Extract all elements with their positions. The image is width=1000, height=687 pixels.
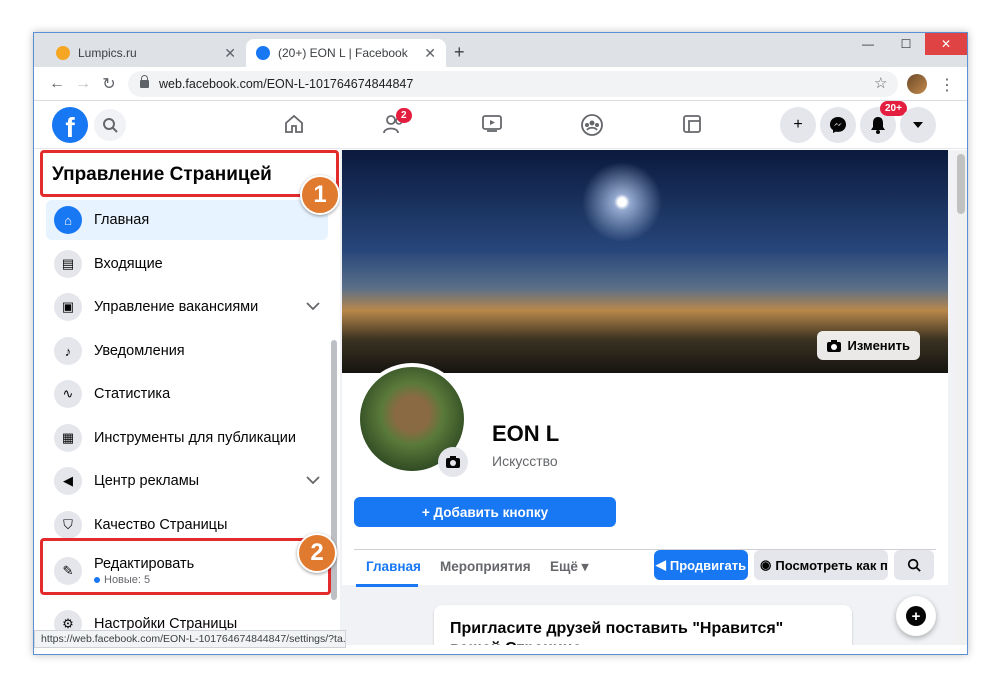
address-bar[interactable]: web.facebook.com/EON-L-101764674844847 (128, 71, 898, 97)
page-category: Искусство (492, 453, 558, 469)
tab-title: Lumpics.ru (78, 46, 137, 60)
status-url: https://web.facebook.com/EON-L-101764674… (34, 630, 346, 648)
facebook-header: f 2 + 20+ (34, 101, 967, 149)
new-message-button[interactable]: + (896, 596, 936, 636)
lock-icon (140, 75, 149, 88)
chevron-down-icon[interactable] (306, 299, 320, 313)
tab-lumpics[interactable]: Lumpics.ru ✕ (46, 39, 246, 67)
briefcase-icon: ▣ (54, 293, 82, 321)
tools-icon: ▦ (54, 424, 82, 452)
tab-title: (20+) EON L | Facebook (278, 46, 408, 60)
sidebar-item-insights[interactable]: ∿ Статистика (46, 374, 328, 414)
reload-icon[interactable]: ↻ (96, 74, 122, 94)
page-main: Изменить EON L Искусство + Добавить кноп… (340, 150, 967, 645)
minimize-icon[interactable]: — (849, 33, 887, 55)
browser-toolbar: ← → ↻ web.facebook.com/EON-L-10176467484… (34, 67, 967, 101)
browser-window: Lumpics.ru ✕ (20+) EON L | Facebook ✕ + … (33, 32, 968, 655)
search-icon[interactable] (94, 109, 126, 141)
back-arrow-icon[interactable]: ← (44, 75, 70, 93)
sidebar-item-label: Главная (94, 212, 150, 228)
browser-menu-icon[interactable]: ⋮ (939, 75, 955, 95)
watch-nav-icon[interactable] (480, 113, 504, 137)
annotation-step-1: 1 (300, 175, 340, 215)
url-text: web.facebook.com/EON-L-101764674844847 (159, 77, 414, 91)
annotation-step-2: 2 (297, 533, 337, 573)
cover-photo: Изменить (342, 150, 948, 373)
account-menu-icon[interactable] (900, 107, 936, 143)
forward-arrow-icon[interactable]: → (70, 75, 96, 93)
sidebar-item-label: Уведомления (94, 343, 185, 359)
maximize-icon[interactable]: ☐ (887, 33, 925, 55)
annotation-box-1 (40, 150, 339, 197)
add-button-button[interactable]: + Добавить кнопку (354, 497, 616, 527)
tab-home[interactable]: Главная (366, 559, 421, 574)
tab-close-icon[interactable]: ✕ (424, 45, 436, 62)
camera-icon[interactable] (438, 447, 468, 477)
gaming-nav-icon[interactable] (680, 113, 704, 137)
inbox-icon: ▤ (54, 250, 82, 278)
sidebar-item-label: Инструменты для публикации (94, 430, 296, 446)
main-scrollbar[interactable] (954, 150, 967, 645)
facebook-logo-icon[interactable]: f (52, 107, 88, 143)
tab-events[interactable]: Мероприятия (440, 559, 531, 574)
tab-facebook[interactable]: (20+) EON L | Facebook ✕ (246, 39, 446, 67)
view-as-button[interactable]: ◉ Посмотреть как п... (754, 550, 888, 580)
edit-cover-button[interactable]: Изменить (817, 331, 920, 360)
bookmark-star-icon[interactable]: ☆ (874, 74, 887, 92)
page-tabs: Главная Мероприятия Ещё ▾ ◀ Продвигать ◉… (342, 550, 948, 587)
notifications-bell-icon[interactable]: 20+ (860, 101, 907, 143)
sidebar-item-jobs[interactable]: ▣ Управление вакансиями (46, 287, 328, 327)
page-search-icon[interactable] (894, 550, 934, 580)
sidebar-item-ad-center[interactable]: ◀ Центр рекламы (46, 461, 328, 501)
tab-strip: Lumpics.ru ✕ (20+) EON L | Facebook ✕ + … (34, 33, 967, 67)
chevron-down-icon[interactable] (306, 473, 320, 487)
bell-icon: ♪ (54, 337, 82, 365)
camera-icon (827, 339, 842, 352)
sidebar-item-notifications[interactable]: ♪ Уведомления (46, 331, 328, 371)
annotation-box-2 (40, 538, 331, 595)
tab-more[interactable]: Ещё ▾ (550, 559, 588, 575)
eye-icon: ◉ (760, 557, 772, 572)
sidebar-item-publishing-tools[interactable]: ▦ Инструменты для публикации (46, 418, 328, 458)
compose-plus-icon: + (906, 606, 926, 626)
chart-icon: ∿ (54, 380, 82, 408)
new-tab-button[interactable]: + (454, 42, 465, 63)
sidebar-item-label: Статистика (94, 386, 171, 402)
window-controls: — ☐ ✕ (849, 33, 967, 55)
megaphone-icon: ◀ (54, 467, 82, 495)
promote-button[interactable]: ◀ Продвигать (654, 550, 748, 580)
sidebar-item-label: Качество Страницы (94, 517, 228, 533)
facebook-favicon-icon (256, 46, 270, 60)
active-tab-indicator (356, 584, 418, 587)
home-nav-icon[interactable] (282, 113, 306, 137)
page-name: EON L (492, 421, 560, 446)
tab-close-icon[interactable]: ✕ (224, 45, 236, 62)
profile-avatar[interactable] (907, 74, 927, 94)
messenger-icon[interactable] (820, 107, 856, 143)
lumpics-favicon-icon (56, 46, 70, 60)
friends-badge: 2 (396, 108, 412, 123)
megaphone-icon: ◀ (655, 557, 666, 572)
home-icon: ⌂ (54, 206, 82, 234)
close-window-icon[interactable]: ✕ (925, 33, 967, 55)
sidebar-item-home[interactable]: ⌂ Главная (46, 200, 328, 240)
sidebar-item-label: Центр рекламы (94, 473, 200, 489)
invite-friends-card: Пригласите друзей поставить "Нравится" в… (434, 605, 852, 645)
groups-nav-icon[interactable] (580, 113, 604, 137)
sidebar-item-label: Входящие (94, 256, 163, 272)
shield-icon: ⛉ (54, 511, 82, 539)
sidebar-item-inbox[interactable]: ▤ Входящие (46, 244, 328, 284)
friends-nav-icon[interactable]: 2 (382, 108, 412, 137)
sidebar-item-label: Управление вакансиями (94, 299, 259, 315)
caret-down-icon: ▾ (581, 559, 589, 574)
create-plus-button[interactable]: + (780, 107, 816, 143)
